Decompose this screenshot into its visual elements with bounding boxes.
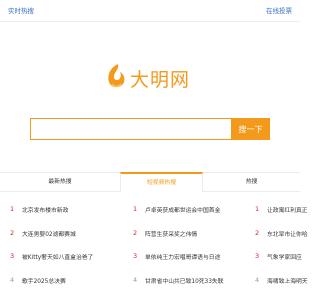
logo-flame-icon [108, 64, 125, 88]
list-item[interactable]: 3 被Kitty奢天如八直盒治爸了 [10, 247, 128, 271]
search-bar: 搜一下 [30, 118, 270, 140]
rank-number: 2 [255, 228, 260, 237]
tab-short-video-hot[interactable]: 短视频热搜 [120, 172, 203, 192]
rank-number: 2 [10, 228, 15, 237]
rank-number: 1 [10, 205, 15, 213]
list-item-title[interactable]: 气象学家回应 [267, 252, 302, 261]
list-item[interactable]: 3 气象学家回应 [255, 247, 315, 271]
hot-list-hot: 1 让政寓红利真正 2 东北旱市让你哈 3 气象学家回应 4 海啸致上海明天 [255, 200, 315, 294]
list-item[interactable]: 2 阵营生获采奖之伟情 [133, 224, 251, 248]
list-item[interactable]: 4 海啸致上海明天 [255, 271, 315, 295]
list-item[interactable]: 4 歌手2025总决赛 [10, 271, 128, 295]
rank-number: 4 [10, 275, 15, 284]
rank-number: 2 [133, 228, 138, 237]
list-item-title[interactable]: 阵营生获采奖之伟情 [145, 229, 197, 238]
tab-hot[interactable]: 热搜 [203, 173, 300, 192]
list-item-title[interactable]: 卢卓英获成都世运会中国首金 [145, 205, 220, 214]
realtime-hot-search-link[interactable]: 实时热搜 [8, 5, 34, 15]
list-item[interactable]: 4 甘肃省中山共已致10死33失联 [133, 271, 251, 295]
list-item[interactable]: 3 单依纯王力宏唱哥谭语与日途 [133, 247, 251, 271]
list-item[interactable]: 2 东北旱市让你哈 [255, 224, 315, 248]
rank-number: 3 [10, 252, 15, 260]
list-item-title[interactable]: 海啸致上海明天 [267, 276, 308, 285]
hot-list-latest: 1 北京发布楼市新政 2 大连男婴02滤都赛城 3 被Kitty奢天如八直盒治爸了 4… [10, 200, 128, 294]
rank-number: 3 [255, 252, 260, 260]
rank-number: 1 [133, 205, 138, 213]
search-button[interactable]: 搜一下 [231, 118, 270, 140]
list-item-title[interactable]: 甘肃省中山共已致10死33失联 [145, 276, 224, 285]
list-item-title[interactable]: 单依纯王力宏唱哥谭语与日途 [145, 252, 220, 261]
tab-latest-hot[interactable]: 最新热搜 [0, 173, 120, 192]
list-item-title[interactable]: 让政寓红利真正 [267, 205, 308, 214]
rank-number: 4 [133, 275, 138, 284]
list-item-title[interactable]: 大连男婴02滤都赛城 [22, 229, 76, 238]
hot-search-tabs: 最新热搜 短视频热搜 热搜 [0, 172, 300, 192]
list-item[interactable]: 1 卢卓英获成都世运会中国首金 [133, 200, 251, 224]
online-vote-link[interactable]: 在线投票 [266, 5, 292, 15]
top-bar: 实时热搜 在线投票 [0, 0, 300, 22]
list-item[interactable]: 1 让政寓红利真正 [255, 200, 315, 224]
site-logo: 大明网 [104, 62, 196, 92]
logo-brand-text: 大明网 [130, 69, 191, 91]
list-item[interactable]: 2 大连男婴02滤都赛城 [10, 224, 128, 248]
list-item-title[interactable]: 歌手2025总决赛 [22, 276, 66, 285]
rank-number: 1 [255, 205, 260, 213]
hot-list-short-video: 1 卢卓英获成都世运会中国首金 2 阵营生获采奖之伟情 3 单依纯王力宏唱哥谭语与日途… [133, 200, 251, 294]
rank-number: 4 [255, 275, 260, 284]
list-item-title[interactable]: 被Kitty奢天如八直盒治爸了 [22, 252, 93, 261]
list-item-title[interactable]: 东北旱市让你哈 [267, 229, 308, 238]
search-input[interactable] [30, 118, 231, 140]
list-item[interactable]: 1 北京发布楼市新政 [10, 200, 128, 224]
rank-number: 3 [133, 252, 138, 260]
list-item-title[interactable]: 北京发布楼市新政 [22, 205, 68, 214]
